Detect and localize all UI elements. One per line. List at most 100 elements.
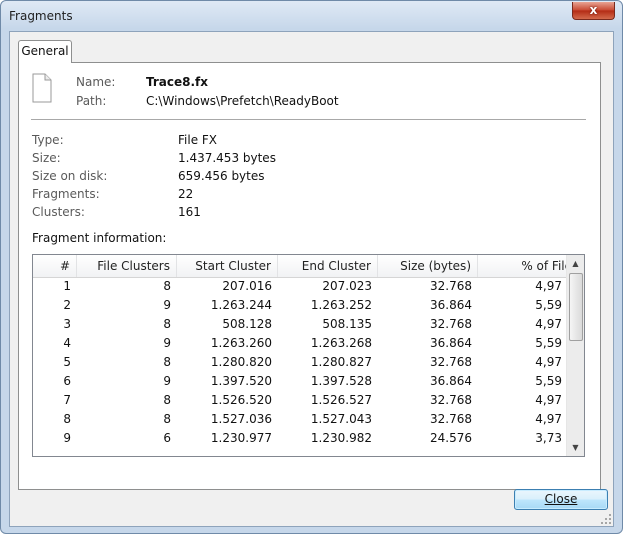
cell-percent-of-file: 4,97 <box>535 317 562 331</box>
cell-percent-of-file: 3,73 <box>535 431 562 445</box>
cell-start-cluster: 1.230.977 <box>210 431 272 445</box>
fragment-info-heading: Fragment information: <box>32 231 167 245</box>
cell-number: 1 <box>63 279 71 293</box>
cell-file-clusters: 8 <box>163 279 171 293</box>
cell-end-cluster: 1.527.043 <box>310 412 372 426</box>
clusters-label: Clusters: <box>32 205 85 219</box>
fragments-dialog: Fragments x General Name: Trace8.fx Path… <box>0 0 623 534</box>
document-icon <box>32 73 52 103</box>
table-row[interactable]: 2 9 1.263.244 1.263.252 36.864 5,59 <box>33 296 568 315</box>
cell-percent-of-file: 4,97 <box>535 355 562 369</box>
cell-start-cluster: 1.527.036 <box>210 412 272 426</box>
cell-end-cluster: 1.526.527 <box>310 393 372 407</box>
cell-end-cluster: 1.397.528 <box>310 374 372 388</box>
cell-end-cluster: 207.023 <box>322 279 372 293</box>
cell-number: 9 <box>63 431 71 445</box>
cell-start-cluster: 1.280.820 <box>210 355 272 369</box>
cell-file-clusters: 8 <box>163 355 171 369</box>
name-label: Name: <box>76 75 116 89</box>
cell-end-cluster: 1.230.982 <box>310 431 372 445</box>
cell-number: 3 <box>63 317 71 331</box>
cell-end-cluster: 508.135 <box>322 317 372 331</box>
size-on-disk-value: 659.456 bytes <box>178 169 265 183</box>
cell-file-clusters: 8 <box>163 412 171 426</box>
cell-file-clusters: 9 <box>163 298 171 312</box>
cell-size-bytes: 32.768 <box>430 393 472 407</box>
scroll-down-arrow-icon[interactable]: ▼ <box>567 439 584 456</box>
cell-number: 8 <box>63 412 71 426</box>
window-title: Fragments <box>9 9 73 23</box>
file-path: C:\Windows\Prefetch\ReadyBoot <box>146 94 339 108</box>
cell-start-cluster: 207.016 <box>222 279 272 293</box>
table-row[interactable]: 7 8 1.526.520 1.526.527 32.768 4,97 <box>33 391 568 410</box>
cell-number: 2 <box>63 298 71 312</box>
list-header: # File Clusters Start Cluster End Cluste… <box>33 255 572 278</box>
cell-size-bytes: 32.768 <box>430 279 472 293</box>
cell-number: 5 <box>63 355 71 369</box>
cell-percent-of-file: 4,97 <box>535 279 562 293</box>
separator <box>31 119 586 120</box>
cell-start-cluster: 1.263.244 <box>210 298 272 312</box>
table-row[interactable]: 1 8 207.016 207.023 32.768 4,97 <box>33 277 568 296</box>
cell-file-clusters: 9 <box>163 374 171 388</box>
cell-percent-of-file: 4,97 <box>535 393 562 407</box>
table-row[interactable]: 3 8 508.128 508.135 32.768 4,97 <box>33 315 568 334</box>
cell-file-clusters: 8 <box>163 317 171 331</box>
file-name: Trace8.fx <box>146 75 209 89</box>
cell-file-clusters: 6 <box>163 431 171 445</box>
cell-end-cluster: 1.263.252 <box>310 298 372 312</box>
table-row[interactable]: 9 6 1.230.977 1.230.982 24.576 3,73 <box>33 429 568 448</box>
scroll-up-arrow-icon[interactable]: ▲ <box>567 255 584 272</box>
cell-file-clusters: 8 <box>163 393 171 407</box>
column-header-start-cluster[interactable]: Start Cluster <box>177 255 278 277</box>
table-row[interactable]: 4 9 1.263.260 1.263.268 36.864 5,59 <box>33 334 568 353</box>
cell-percent-of-file: 5,59 <box>535 298 562 312</box>
table-row[interactable]: 6 9 1.397.520 1.397.528 36.864 5,59 <box>33 372 568 391</box>
cell-start-cluster: 1.263.260 <box>210 336 272 350</box>
type-value: File FX <box>178 133 218 147</box>
cell-end-cluster: 1.263.268 <box>310 336 372 350</box>
close-icon: x <box>589 3 598 17</box>
column-header-percent-of-file[interactable]: % of File <box>478 255 578 277</box>
cell-size-bytes: 32.768 <box>430 412 472 426</box>
title-bar[interactable]: Fragments x <box>1 1 622 31</box>
cell-percent-of-file: 4,97 <box>535 412 562 426</box>
cell-size-bytes: 36.864 <box>430 336 472 350</box>
fragments-label: Fragments: <box>32 187 100 201</box>
cell-end-cluster: 1.280.827 <box>310 355 372 369</box>
tab-general[interactable]: General <box>18 40 72 63</box>
cell-number: 6 <box>63 374 71 388</box>
column-header-file-clusters[interactable]: File Clusters <box>77 255 177 277</box>
fragment-list[interactable]: # File Clusters Start Cluster End Cluste… <box>32 254 585 457</box>
table-row[interactable]: 8 8 1.527.036 1.527.043 32.768 4,97 <box>33 410 568 429</box>
cell-start-cluster: 1.526.520 <box>210 393 272 407</box>
table-row[interactable]: 5 8 1.280.820 1.280.827 32.768 4,97 <box>33 353 568 372</box>
window-close-button[interactable]: x <box>572 2 615 20</box>
size-value: 1.437.453 bytes <box>178 151 276 165</box>
type-label: Type: <box>32 133 64 147</box>
cell-size-bytes: 32.768 <box>430 355 472 369</box>
column-header-end-cluster[interactable]: End Cluster <box>278 255 378 277</box>
cell-start-cluster: 508.128 <box>222 317 272 331</box>
cell-percent-of-file: 5,59 <box>535 336 562 350</box>
cell-number: 7 <box>63 393 71 407</box>
dialog-client-area: General Name: Trace8.fx Path: C:\Windows… <box>9 31 614 527</box>
fragments-value: 22 <box>178 187 194 201</box>
vertical-scrollbar[interactable]: ▲ ▼ <box>566 255 584 456</box>
close-button-label: Close <box>544 492 578 506</box>
resize-grip-icon[interactable] <box>601 514 611 524</box>
clusters-value: 161 <box>178 205 201 219</box>
close-button[interactable]: Close <box>514 489 608 510</box>
cell-size-bytes: 36.864 <box>430 374 472 388</box>
size-label: Size: <box>32 151 61 165</box>
column-header-size-bytes[interactable]: Size (bytes) <box>378 255 478 277</box>
size-on-disk-label: Size on disk: <box>32 169 108 183</box>
path-label: Path: <box>76 94 107 108</box>
cell-file-clusters: 9 <box>163 336 171 350</box>
cell-size-bytes: 24.576 <box>430 431 472 445</box>
cell-size-bytes: 36.864 <box>430 298 472 312</box>
column-header-number[interactable]: # <box>33 255 77 277</box>
cell-size-bytes: 32.768 <box>430 317 472 331</box>
scroll-thumb[interactable] <box>569 273 583 341</box>
general-panel: Name: Trace8.fx Path: C:\Windows\Prefetc… <box>18 62 601 490</box>
